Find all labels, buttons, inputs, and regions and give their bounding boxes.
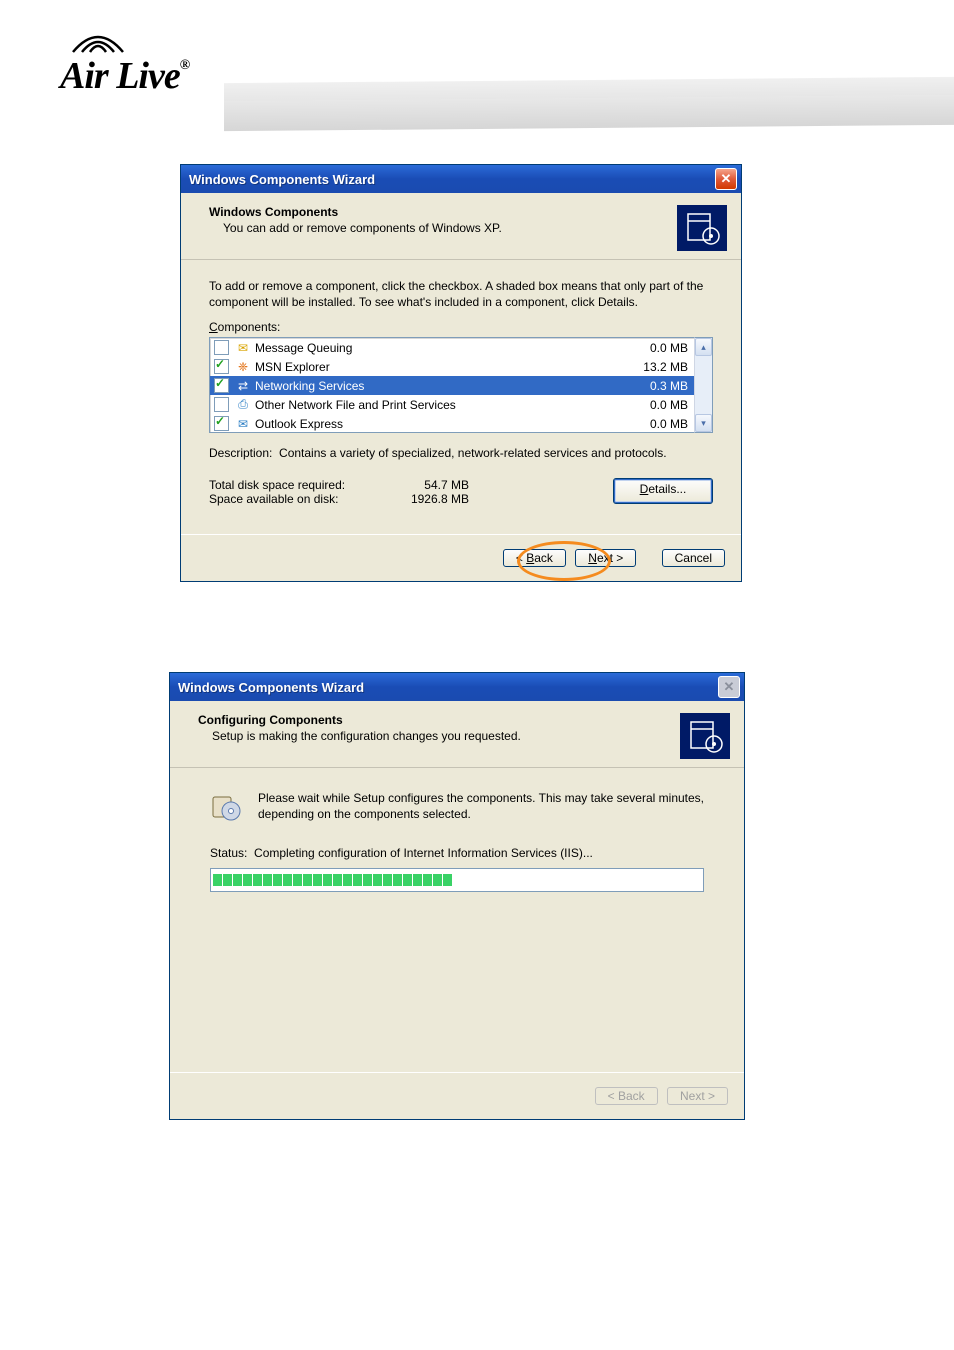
package-disc-icon <box>677 205 727 251</box>
envelope-gears-icon: ✉ <box>235 340 251 355</box>
component-label: Outlook Express <box>255 417 622 431</box>
space-available-label: Space available on disk: <box>209 492 389 506</box>
component-row[interactable]: ⇄ Networking Services0.3 MB <box>210 376 694 395</box>
component-size: 0.3 MB <box>622 379 688 393</box>
progress-block <box>433 874 442 886</box>
dialog-footer: < Back Next > <box>170 1072 744 1119</box>
progress-block <box>443 874 452 886</box>
close-button-disabled: ✕ <box>718 676 740 698</box>
component-size: 0.0 MB <box>622 341 688 355</box>
progress-block <box>323 874 332 886</box>
components-label: Components: <box>209 320 713 334</box>
disk-space-info: Total disk space required: 54.7 MB Space… <box>209 478 469 506</box>
butterfly-icon: ❈ <box>235 359 251 374</box>
progress-block <box>263 874 272 886</box>
scroll-down-button[interactable]: ▾ <box>695 414 712 432</box>
progress-block <box>293 874 302 886</box>
package-disc-icon <box>680 713 730 759</box>
progress-block <box>273 874 282 886</box>
progress-block <box>303 874 312 886</box>
logo-text: Air Live <box>60 55 180 97</box>
header-title: Configuring Components <box>198 713 680 727</box>
progress-block <box>403 874 412 886</box>
titlebar[interactable]: Windows Components Wizard ✕ <box>181 165 741 193</box>
header-subtitle: You can add or remove components of Wind… <box>223 221 677 235</box>
description-label: Description: <box>209 446 272 460</box>
cancel-button[interactable]: Cancel <box>662 549 725 567</box>
decorative-ribbon <box>224 95 954 131</box>
registered-mark: ® <box>180 58 189 73</box>
dialog-header: Windows Components You can add or remove… <box>181 193 741 260</box>
progress-block <box>213 874 222 886</box>
component-checkbox[interactable] <box>214 359 229 374</box>
component-row[interactable]: ❈ MSN Explorer13.2 MB <box>210 357 694 376</box>
outlook-icon: ✉ <box>235 416 251 431</box>
progress-block <box>313 874 322 886</box>
progress-block <box>243 874 252 886</box>
progress-block <box>413 874 422 886</box>
description-row: Description: Contains a variety of speci… <box>209 445 713 461</box>
back-button-disabled: < Back <box>595 1087 658 1105</box>
progress-block <box>253 874 262 886</box>
dialog-footer: < Back Next > Cancel <box>181 534 741 581</box>
print-net-icon: ⎙ <box>235 397 251 412</box>
dialog-title: Windows Components Wizard <box>189 172 715 187</box>
airlive-logo: Air Live® <box>60 30 270 98</box>
progress-block <box>283 874 292 886</box>
close-icon: ✕ <box>724 679 735 695</box>
progress-block <box>423 874 432 886</box>
wifi-arcs-icon <box>68 30 128 54</box>
component-row[interactable]: ⎙ Other Network File and Print Services0.… <box>210 395 694 414</box>
progress-block <box>223 874 232 886</box>
header-subtitle: Setup is making the configuration change… <box>212 729 680 743</box>
component-row[interactable]: ✉ Message Queuing0.0 MB <box>210 338 694 357</box>
component-size: 0.0 MB <box>622 398 688 412</box>
component-label: MSN Explorer <box>255 360 622 374</box>
titlebar[interactable]: Windows Components Wizard ✕ <box>170 673 744 701</box>
progress-bar <box>210 868 704 892</box>
dialog-title: Windows Components Wizard <box>178 680 718 695</box>
component-checkbox[interactable] <box>214 397 229 412</box>
network-icon: ⇄ <box>235 378 251 393</box>
header-title: Windows Components <box>209 205 677 219</box>
instruction-text: To add or remove a component, click the … <box>209 278 713 310</box>
progress-block <box>333 874 342 886</box>
progress-block <box>383 874 392 886</box>
description-text: Contains a variety of specialized, netwo… <box>279 446 667 460</box>
windows-components-wizard-dialog: Windows Components Wizard ✕ Windows Comp… <box>180 164 742 582</box>
please-wait-text: Please wait while Setup configures the c… <box>258 790 704 822</box>
component-label: Networking Services <box>255 379 622 393</box>
component-checkbox[interactable] <box>214 340 229 355</box>
component-checkbox[interactable] <box>214 416 229 431</box>
progress-block <box>393 874 402 886</box>
vertical-scrollbar[interactable]: ▴ ▾ <box>694 337 713 433</box>
setup-disc-icon <box>210 790 242 824</box>
scroll-up-button[interactable]: ▴ <box>695 338 712 356</box>
components-listbox[interactable]: ✉Message Queuing0.0 MB❈MSN Explorer13.2 … <box>209 337 694 433</box>
close-icon: ✕ <box>721 171 732 187</box>
progress-block <box>363 874 372 886</box>
component-checkbox[interactable] <box>214 378 229 393</box>
progress-block <box>353 874 362 886</box>
progress-block <box>343 874 352 886</box>
status-text: Completing configuration of Internet Inf… <box>254 846 593 860</box>
next-button-disabled: Next > <box>667 1087 728 1105</box>
dialog-header: Configuring Components Setup is making t… <box>170 701 744 768</box>
space-available-value: 1926.8 MB <box>389 492 469 506</box>
progress-block <box>373 874 382 886</box>
total-space-required-label: Total disk space required: <box>209 478 389 492</box>
back-button[interactable]: < Back <box>503 549 566 567</box>
details-button[interactable]: Details... <box>613 478 713 504</box>
total-space-required-value: 54.7 MB <box>389 478 469 492</box>
component-row[interactable]: ✉ Outlook Express0.0 MB <box>210 414 694 433</box>
configuring-components-dialog: Windows Components Wizard ✕ Configuring … <box>169 672 745 1120</box>
component-label: Other Network File and Print Services <box>255 398 622 412</box>
component-size: 0.0 MB <box>622 417 688 431</box>
status-label: Status: <box>210 846 247 860</box>
component-size: 13.2 MB <box>622 360 688 374</box>
progress-block <box>233 874 242 886</box>
next-button[interactable]: Next > <box>575 549 636 567</box>
close-button[interactable]: ✕ <box>715 168 737 190</box>
component-label: Message Queuing <box>255 341 622 355</box>
